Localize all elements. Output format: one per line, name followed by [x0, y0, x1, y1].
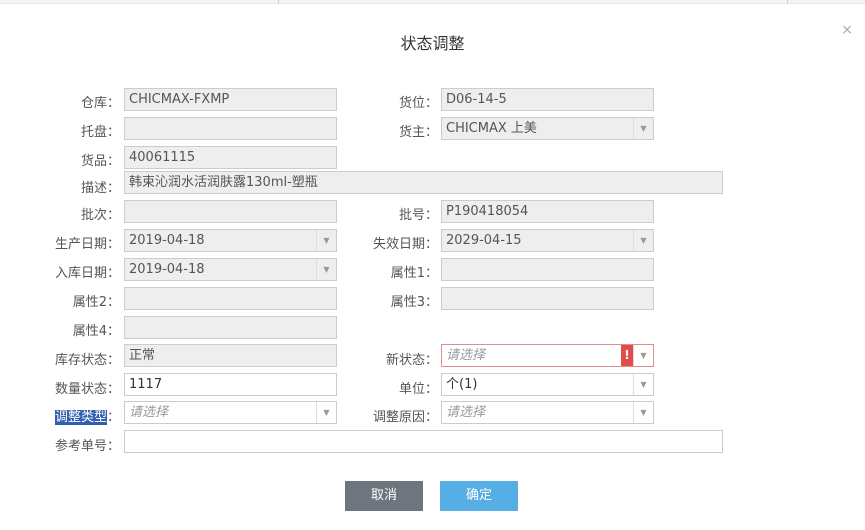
- unit-value: 个(1): [446, 377, 478, 392]
- adjust-type-select[interactable]: 请选择 ▼: [124, 401, 337, 424]
- chevron-down-icon: ▼: [633, 118, 653, 139]
- pallet-label: 托盘：: [80, 125, 120, 140]
- item-field: 40061115: [124, 146, 337, 169]
- background-window-strip: [0, 0, 865, 4]
- adjust-reason-label: 调整原因：: [372, 410, 438, 425]
- attr1-label: 属性1：: [390, 266, 438, 281]
- location-label: 货位：: [398, 96, 438, 111]
- unit-select[interactable]: 个(1) ▼: [441, 373, 654, 396]
- confirm-button[interactable]: 确定: [440, 481, 518, 511]
- production-date-select: 2019-04-18 ▼: [124, 229, 337, 252]
- attr4-label: 属性4：: [72, 324, 120, 339]
- lot-no-field: P190418054: [441, 200, 654, 223]
- reference-no-label: 参考单号：: [54, 439, 120, 454]
- new-status-label: 新状态：: [385, 353, 438, 368]
- description-field: 韩束沁润水活润肤露130ml-塑瓶: [124, 171, 723, 194]
- chevron-down-icon[interactable]: ▼: [633, 345, 653, 366]
- chevron-down-icon[interactable]: ▼: [316, 402, 336, 423]
- location-field: D06-14-5: [441, 88, 654, 111]
- item-label: 货品：: [80, 154, 120, 169]
- attr3-label: 属性3：: [390, 295, 438, 310]
- strip-divider: [278, 0, 279, 4]
- owner-select: CHICMAX 上美 ▼: [441, 117, 654, 140]
- adjust-reason-select[interactable]: 请选择 ▼: [441, 401, 654, 424]
- warehouse-field: CHICMAX-FXMP: [124, 88, 337, 111]
- reference-no-input[interactable]: [124, 430, 723, 453]
- production-date-value: 2019-04-18: [129, 233, 205, 248]
- batch-label: 批次：: [80, 208, 120, 223]
- batch-field: [124, 200, 337, 223]
- stock-status-label: 库存状态：: [54, 353, 120, 368]
- chevron-down-icon[interactable]: ▼: [633, 374, 653, 395]
- unit-label: 单位：: [398, 382, 438, 397]
- attr3-field: [441, 287, 654, 310]
- inbound-date-value: 2019-04-18: [129, 262, 205, 277]
- attr1-field: [441, 258, 654, 281]
- error-icon: !: [621, 345, 633, 366]
- production-date-label: 生产日期：: [54, 237, 120, 252]
- description-label: 描述：: [80, 181, 120, 196]
- new-status-placeholder: 请选择: [446, 348, 486, 363]
- cancel-button[interactable]: 取消: [345, 481, 423, 511]
- chevron-down-icon[interactable]: ▼: [633, 402, 653, 423]
- attr4-field: [124, 316, 337, 339]
- expiry-date-value: 2029-04-15: [446, 233, 522, 248]
- chevron-down-icon: ▼: [633, 230, 653, 251]
- expiry-date-label: 失效日期：: [372, 237, 438, 252]
- adjust-reason-placeholder: 请选择: [446, 405, 486, 420]
- attr2-field: [124, 287, 337, 310]
- attr2-label: 属性2：: [72, 295, 120, 310]
- adjust-type-placeholder: 请选择: [129, 405, 169, 420]
- chevron-down-icon: ▼: [316, 259, 336, 280]
- lot-no-label: 批号：: [398, 208, 438, 223]
- owner-label: 货主：: [398, 125, 438, 140]
- pallet-field: [124, 117, 337, 140]
- warehouse-label: 仓库：: [80, 96, 120, 111]
- chevron-down-icon: ▼: [316, 230, 336, 251]
- dialog-title: 状态调整: [400, 34, 465, 53]
- close-icon[interactable]: ×: [841, 22, 853, 38]
- adjust-type-label: 调整类型：: [54, 410, 120, 425]
- new-status-select[interactable]: 请选择! ▼: [441, 344, 654, 367]
- owner-value: CHICMAX 上美: [446, 121, 537, 136]
- stock-status-field: 正常: [124, 344, 337, 367]
- expiry-date-select: 2029-04-15 ▼: [441, 229, 654, 252]
- qty-status-input[interactable]: 1117: [124, 373, 337, 396]
- qty-status-label: 数量状态：: [54, 382, 120, 397]
- inbound-date-label: 入库日期：: [54, 266, 120, 281]
- inbound-date-select: 2019-04-18 ▼: [124, 258, 337, 281]
- strip-divider: [787, 0, 788, 4]
